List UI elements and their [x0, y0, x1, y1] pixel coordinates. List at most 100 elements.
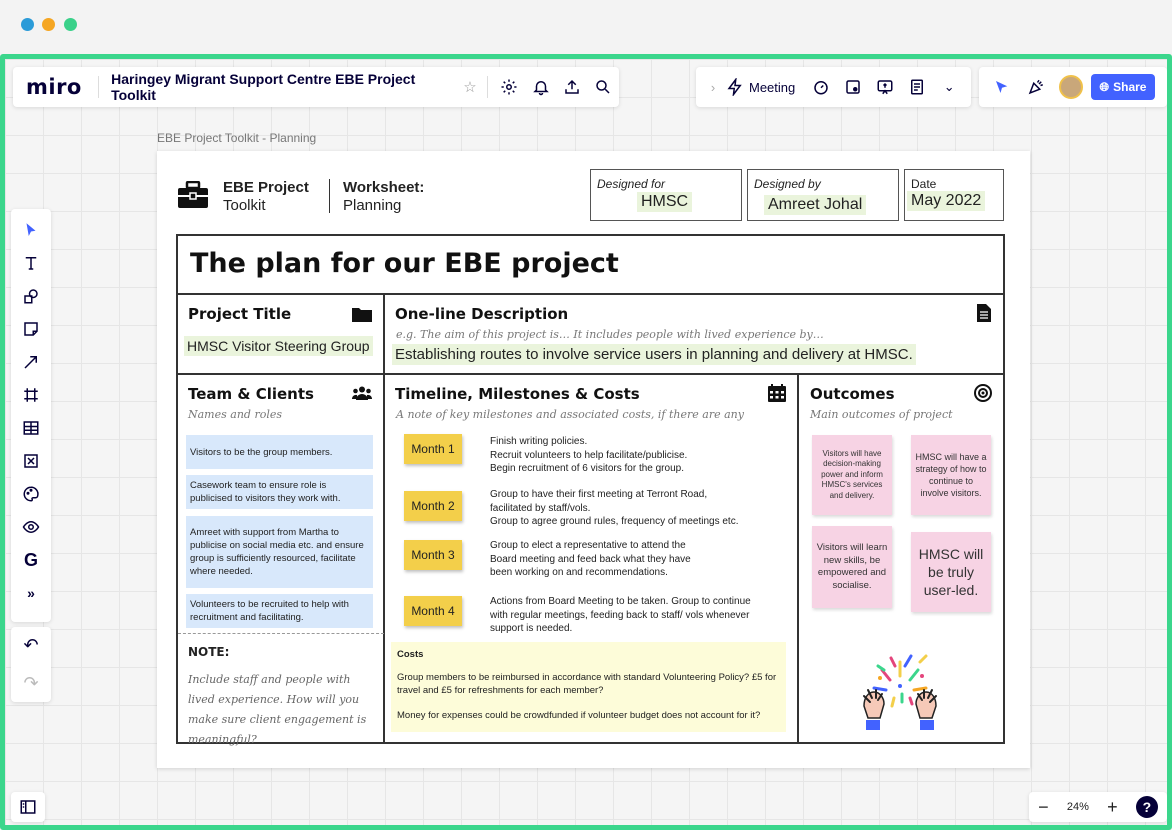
palette-icon[interactable] [20, 483, 42, 505]
arrow-icon[interactable] [20, 351, 42, 373]
team-sub: Names and roles [188, 408, 282, 421]
outcomes-sub: Main outcomes of project [810, 408, 953, 421]
designed-for-label: Designed for [597, 177, 666, 191]
divider [329, 179, 330, 213]
top-left-toolbar: miro Haringey Migrant Support Centre EBE… [13, 67, 619, 107]
help-button[interactable]: ? [1135, 796, 1158, 818]
lightning-icon[interactable] [724, 76, 746, 98]
left-toolbar: G » [11, 209, 51, 622]
designed-by-label: Designed by [754, 177, 821, 191]
more-chevrons-icon[interactable]: ⌄ [938, 76, 960, 98]
frame-icon[interactable] [20, 384, 42, 406]
celebration-illustration [850, 636, 950, 741]
note-label: NOTE: [188, 645, 230, 659]
present-icon[interactable] [874, 76, 896, 98]
team-note[interactable]: Casework team to ensure role is publicis… [186, 475, 373, 509]
date-label: Date [911, 177, 937, 191]
month-sticky[interactable]: Month 4 [404, 596, 462, 626]
miro-logo[interactable]: miro [26, 75, 86, 99]
outcome-note[interactable]: Visitors will have decision-making power… [812, 435, 892, 515]
designed-for-value[interactable]: HMSC [637, 192, 693, 212]
notes-icon[interactable] [906, 76, 928, 98]
more-tools-icon[interactable]: » [20, 582, 42, 604]
grid-line [178, 293, 1003, 295]
month-text[interactable]: Group to elect a representative to atten… [490, 539, 691, 580]
team-note[interactable]: Visitors to be the group members. [186, 435, 373, 469]
calendar-icon [768, 384, 786, 407]
table-icon[interactable] [20, 417, 42, 439]
designed-for-box[interactable]: Designed for HMSC [590, 169, 742, 221]
search-icon[interactable] [593, 76, 614, 98]
month-sticky[interactable]: Month 2 [404, 491, 462, 521]
meeting-button[interactable]: Meeting [749, 80, 795, 95]
avatar[interactable] [1059, 75, 1083, 99]
divider [178, 633, 384, 634]
sidebar-icon [17, 796, 39, 818]
eye-icon[interactable] [20, 516, 42, 538]
share-toolbar: 🌐︎ Share [979, 67, 1167, 107]
team-note[interactable]: Amreet with support from Martha to publi… [186, 516, 373, 588]
settings-icon[interactable] [499, 76, 520, 98]
miro-canvas[interactable]: miro Haringey Migrant Support Centre EBE… [0, 54, 1172, 830]
zoom-in-button[interactable]: + [1107, 797, 1118, 818]
month-sticky[interactable]: Month 3 [404, 540, 462, 570]
costs-note[interactable]: Costs Group members to be reimbursed in … [391, 642, 786, 732]
ws-line2: Planning [343, 197, 402, 214]
description-value[interactable]: Establishing routes to involve service u… [392, 344, 916, 365]
text-icon[interactable] [20, 252, 42, 274]
divider [486, 76, 488, 98]
minimize-dot[interactable] [42, 18, 55, 31]
star-icon[interactable]: ☆ [459, 76, 480, 98]
description-label: One-line Description [395, 305, 569, 323]
toolkit-brand: EBE Project Toolkit [223, 179, 309, 215]
close-box-icon[interactable] [20, 450, 42, 472]
timeline-label: Timeline, Milestones & Costs [395, 385, 640, 403]
divider [98, 76, 100, 98]
designed-by-box[interactable]: Designed by Amreet Johal [747, 169, 899, 221]
card-icon[interactable] [842, 76, 864, 98]
month-text[interactable]: Actions from Board Meeting to be taken. … [490, 595, 751, 636]
zoom-out-button[interactable]: − [1038, 797, 1049, 818]
board-title[interactable]: Haringey Migrant Support Centre EBE Proj… [111, 71, 453, 103]
outcome-note[interactable]: Visitors will learn new skills, be empow… [812, 526, 892, 608]
celebrate-icon[interactable] [1025, 76, 1047, 98]
month-text[interactable]: Finish writing policies. Recruit volunte… [490, 435, 687, 476]
upload-icon[interactable] [561, 76, 582, 98]
document-icon [977, 304, 991, 327]
cursor-icon[interactable] [20, 219, 42, 241]
g-icon[interactable]: G [20, 549, 42, 571]
description-hint: e.g. The aim of this project is… It incl… [396, 328, 824, 341]
month-text[interactable]: Group to have their first meeting at Ter… [490, 488, 738, 529]
target-icon [974, 384, 992, 407]
worksheet-frame[interactable]: EBE Project Toolkit Worksheet: Planning … [157, 151, 1030, 768]
zoom-level[interactable]: 24% [1067, 801, 1089, 813]
sticky-note-icon[interactable] [20, 318, 42, 340]
sidebar-toggle[interactable] [11, 792, 45, 822]
grid-line [383, 293, 385, 742]
share-button[interactable]: 🌐︎ Share [1091, 74, 1155, 100]
team-label: Team & Clients [188, 385, 314, 403]
timer-icon[interactable] [810, 76, 832, 98]
chevron-right-icon[interactable]: › [702, 76, 724, 98]
shapes-icon[interactable] [20, 285, 42, 307]
zoom-dot[interactable] [64, 18, 77, 31]
reactions-icon[interactable] [991, 76, 1013, 98]
outcome-note[interactable]: HMSC will have a strategy of how to cont… [911, 435, 991, 515]
redo-icon[interactable]: ↷ [20, 672, 42, 694]
outcome-note[interactable]: HMSC will be truly user-led. [911, 532, 991, 612]
project-title-value[interactable]: HMSC Visitor Steering Group [184, 336, 373, 356]
close-dot[interactable] [21, 18, 34, 31]
team-note[interactable]: Volunteers to be recruited to help with … [186, 594, 373, 628]
share-label: Share [1113, 80, 1147, 94]
date-box[interactable]: Date May 2022 [904, 169, 1004, 221]
designed-by-value[interactable]: Amreet Johal [764, 195, 867, 215]
bell-icon[interactable] [530, 76, 551, 98]
undo-icon[interactable]: ↶ [20, 635, 42, 657]
frame-label[interactable]: EBE Project Toolkit - Planning [157, 131, 316, 145]
date-value[interactable]: May 2022 [907, 191, 986, 211]
ws-line1: Worksheet: [343, 179, 425, 196]
page-title: The plan for our EBE project [190, 248, 619, 279]
globe-icon: 🌐︎ [1099, 79, 1110, 94]
zoom-controls: − 24% + ? [1029, 792, 1167, 822]
month-sticky[interactable]: Month 1 [404, 434, 462, 464]
